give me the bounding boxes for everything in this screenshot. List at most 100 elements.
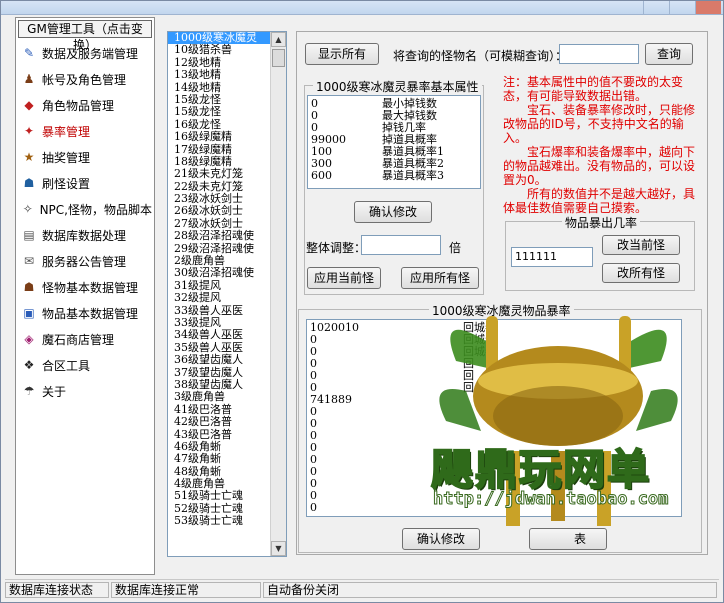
maximize-button[interactable]	[669, 1, 695, 14]
drop-count-title: 物品暴出几率	[562, 214, 641, 231]
sidebar-item[interactable]: ✎ 数据及服务端管理	[22, 42, 152, 64]
note-p2: 宝石、装备暴率修改时，只能修改物品的ID号，不支持中文名的输入。	[503, 103, 696, 145]
table-row[interactable]: 0	[307, 406, 681, 418]
sidebar-item-label: 合区工具	[42, 358, 91, 373]
sidebar-item-label: 帐号及角色管理	[42, 72, 127, 87]
drop-confirm-button[interactable]: 确认修改	[402, 528, 480, 550]
about-icon: ☂	[23, 384, 35, 398]
base-confirm-button[interactable]: 确认修改	[354, 201, 432, 223]
table-row[interactable]: 0回	[307, 382, 681, 394]
table-row[interactable]: 0回	[307, 358, 681, 370]
minimize-button[interactable]	[643, 1, 669, 14]
query-button[interactable]: 查询	[645, 43, 693, 65]
sidebar-item-label: 关于	[42, 384, 67, 399]
scroll-thumb[interactable]	[272, 49, 285, 67]
apply-all-button[interactable]: 应用所有怪	[401, 267, 479, 289]
sidebar-item[interactable]: ▤ 数据库数据处理	[22, 224, 152, 246]
sidebar-item[interactable]: ▣ 物品基本数据管理	[22, 302, 152, 324]
status-db: 数据库连接正常	[111, 582, 261, 598]
list-item[interactable]: 26级冰妖剑士	[168, 205, 286, 218]
table-row[interactable]: 0 回城卷	[307, 346, 681, 358]
list-item[interactable]: 28级沼泽招魂使	[168, 229, 286, 242]
list-item[interactable]: 30级沼泽招魂使	[168, 267, 286, 280]
list-item[interactable]: 53级骑士亡魂	[168, 514, 286, 527]
sidebar-item-label: 刷怪设置	[42, 176, 91, 191]
item-id[interactable]: 0	[310, 502, 317, 514]
search-input[interactable]	[559, 44, 639, 64]
database-icon: ▤	[23, 228, 35, 242]
sidebar: GM管理工具（点击变换） ✎ 数据及服务端管理 ♟ 帐号及角色管理 ◆ 角色物品管理 ✦ 暴率…	[15, 17, 155, 575]
sidebar-item[interactable]: ☗ 刷怪设置	[22, 172, 152, 194]
drop-extra-button[interactable]: 表	[529, 528, 607, 550]
base-attr-grid[interactable]: 0 最小掉钱数 0 最大掉钱数 0 掉钱几率 99000 掉道具概率 100 暴道具概率1 300 暴…	[307, 95, 481, 189]
list-item[interactable]: 32级提风	[168, 291, 286, 304]
sidebar-item-label: NPC,怪物，物品脚本	[39, 202, 152, 217]
show-all-button[interactable]: 显示所有	[305, 43, 379, 65]
shop-icon: ◈	[24, 332, 34, 346]
apply-current-button[interactable]: 应用当前怪	[307, 267, 381, 289]
adjust-input[interactable]	[361, 235, 441, 255]
watermark-url: http://jdwan.taobao.com	[432, 489, 669, 510]
note-p4: 所有的数值并不是越大越好，具体最佳数值需要自己摸索。	[503, 187, 696, 215]
table-row[interactable]: 0回	[307, 370, 681, 382]
drop-icon: ✦	[23, 124, 35, 138]
sidebar-item-label: 怪物基本数据管理	[42, 280, 139, 295]
adjust-label: 整体调整：	[306, 241, 367, 255]
app-window: GM管理工具（点击变换） ✎ 数据及服务端管理 ♟ 帐号及角色管理 ◆ 角色物品管理 ✦ 暴率…	[0, 0, 724, 603]
watermark-text: 飓鼎玩网单	[430, 444, 652, 495]
sidebar-item[interactable]: ❖ 合区工具	[22, 354, 152, 376]
person-icon: ♟	[23, 72, 35, 86]
sidebar-item[interactable]: ✧ NPC,怪物，物品脚本	[22, 198, 152, 220]
change-current-button[interactable]: 改当前怪	[602, 235, 680, 255]
sidebar-header[interactable]: GM管理工具（点击变换）	[18, 20, 152, 52]
table-row[interactable]: 741889	[307, 394, 681, 406]
attr-name: 暴道具概率3	[382, 169, 444, 182]
list-item[interactable]: 16级绿魔精	[168, 130, 286, 143]
list-item[interactable]: 51级骑士亡魂	[168, 490, 286, 503]
scroll-down-icon[interactable]: ▼	[271, 541, 286, 556]
note-p1: 注：基本属性中的值不要改的太变态，有可能导致数据出错。	[503, 75, 684, 103]
table-row[interactable]: 0	[307, 418, 681, 430]
list-item[interactable]: 34级兽人巫医	[168, 328, 286, 341]
sidebar-item-label: 魔石商店管理	[42, 332, 115, 347]
base-attr-title: 1000级寒冰魔灵暴率基本属性	[313, 78, 482, 95]
list-item[interactable]: 47级角蜥	[168, 452, 286, 465]
merge-icon: ❖	[23, 358, 35, 372]
status-label: 数据库连接状态	[5, 582, 109, 598]
sidebar-item[interactable]: ✦ 暴率管理	[22, 120, 152, 142]
sidebar-item-label: 物品基本数据管理	[42, 306, 139, 321]
list-item[interactable]: 36级望齿魔人	[168, 353, 286, 366]
sidebar-item[interactable]: ☂ 关于	[22, 380, 152, 402]
list-item[interactable]: 15级龙怪	[168, 105, 286, 118]
sidebar-item-label: 角色物品管理	[42, 98, 115, 113]
table-row[interactable]: 600 暴道具概率3	[308, 170, 480, 182]
item-id[interactable]: 1020010	[310, 322, 359, 334]
scroll-up-icon[interactable]: ▲	[271, 32, 286, 47]
list-item[interactable]: 13级地精	[168, 68, 286, 81]
sidebar-item[interactable]: ☗ 怪物基本数据管理	[22, 276, 152, 298]
adjust-unit: 倍	[449, 241, 462, 255]
change-all-button[interactable]: 改所有怪	[602, 263, 680, 283]
monster-icon: ☗	[23, 176, 35, 190]
monster-data-icon: ☗	[23, 280, 35, 294]
monster-list[interactable]: 1000级寒冰魔灵 10级猎杀兽 12级地精 13级地精 14级地精 15级龙怪 15级龙怪…	[167, 31, 287, 557]
status-bar: 数据库连接状态 数据库连接正常 自动备份关闭	[5, 579, 719, 599]
lottery-icon: ★	[23, 150, 35, 164]
sidebar-item[interactable]: ◈ 魔石商店管理	[22, 328, 152, 350]
sidebar-item[interactable]: ♟ 帐号及角色管理	[22, 68, 152, 90]
close-button[interactable]	[695, 1, 721, 14]
sidebar-item[interactable]: ✉ 服务器公告管理	[22, 250, 152, 272]
sidebar-item-label: 暴率管理	[42, 124, 91, 139]
title-bar	[1, 1, 723, 15]
monster-list-scrollbar[interactable]: ▲ ▼	[270, 32, 286, 556]
drop-count-input[interactable]: 111111	[511, 247, 593, 267]
list-item[interactable]: 42级巴洛普	[168, 415, 286, 428]
attr-value[interactable]: 600	[311, 170, 332, 182]
list-item[interactable]: 3级鹿角兽	[168, 390, 286, 403]
list-item[interactable]: 10级猎杀兽	[168, 43, 286, 56]
sidebar-item[interactable]: ★ 抽奖管理	[22, 146, 152, 168]
sidebar-item[interactable]: ◆ 角色物品管理	[22, 94, 152, 116]
item-name: 回	[463, 381, 474, 394]
item-icon: ◆	[24, 98, 34, 112]
list-item[interactable]: 21级未克灯笼	[168, 167, 286, 180]
